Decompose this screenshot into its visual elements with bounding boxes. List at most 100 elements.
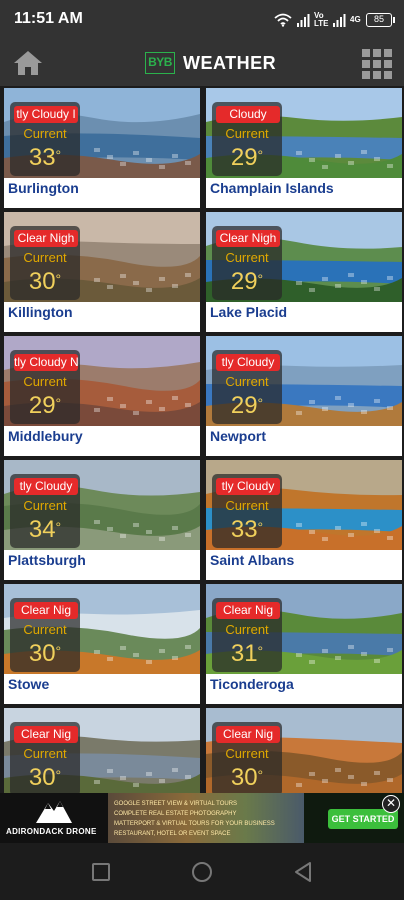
location-card[interactable]: Clear Nig Current 30° Stowe xyxy=(4,584,200,704)
temperature: 30° xyxy=(28,764,62,791)
location-name: Middlebury xyxy=(8,428,83,444)
degree-symbol: ° xyxy=(257,271,264,287)
current-label: Current xyxy=(225,622,269,637)
location-card[interactable]: Cloudy Current 29° Champlain Islands xyxy=(206,88,402,208)
location-photo-wrap: tly Cloudy Current 29° xyxy=(206,336,402,426)
back-icon[interactable] xyxy=(294,861,312,883)
temperature: 29° xyxy=(230,268,264,295)
ad-banner[interactable]: ADIRONDACK DRONE GOOGLE STREET VIEW & VI… xyxy=(0,793,404,843)
current-label: Current xyxy=(225,746,269,761)
current-label: Current xyxy=(225,498,269,513)
weather-overlay: tly Cloudy I Current 33° xyxy=(10,102,80,176)
status-time: 11:51 AM xyxy=(14,10,83,27)
condition-badge: tly Cloudy xyxy=(216,354,280,371)
battery-icon: 85 xyxy=(366,13,395,27)
degree-symbol: ° xyxy=(55,395,62,411)
byb-logo: BYB xyxy=(145,52,175,74)
ad-close-icon[interactable]: ✕ xyxy=(382,795,400,813)
temperature: 30° xyxy=(28,640,62,667)
current-label: Current xyxy=(23,498,67,513)
current-label: Current xyxy=(225,374,269,389)
ad-brand: ADIRONDACK DRONE xyxy=(6,827,97,836)
location-photo-wrap: tly Cloudy N Current 29° xyxy=(4,336,200,426)
signal-icon-2 xyxy=(333,14,346,27)
weather-overlay: Clear Nigh Current 30° xyxy=(10,226,80,300)
wifi-icon xyxy=(274,13,292,27)
condition-badge: Clear Nig xyxy=(216,726,280,743)
location-name: Saint Albans xyxy=(210,552,295,568)
condition-badge: Clear Nig xyxy=(14,726,78,743)
ad-text-lines: GOOGLE STREET VIEW & VIRTUAL TOURS COMPL… xyxy=(114,801,275,837)
degree-symbol: ° xyxy=(257,147,264,163)
location-card[interactable]: Clear Nigh Current 30° Killington xyxy=(4,212,200,332)
location-card[interactable]: tly Cloudy Current 29° Newport xyxy=(206,336,402,456)
location-card[interactable]: Clear Nig Current 31° Ticonderoga xyxy=(206,584,402,704)
location-card[interactable]: tly Cloudy Current 33° Saint Albans xyxy=(206,460,402,580)
location-photo-wrap: tly Cloudy Current 33° xyxy=(206,460,402,550)
degree-symbol: ° xyxy=(55,271,62,287)
location-card[interactable]: tly Cloudy I Current 33° Burlington xyxy=(4,88,200,208)
weather-overlay: Clear Nig Current 30° xyxy=(212,722,282,793)
home-icon[interactable] xyxy=(12,49,44,77)
temperature: 29° xyxy=(230,144,264,171)
temperature: 30° xyxy=(230,764,264,791)
condition-badge: tly Cloudy xyxy=(14,478,78,495)
temperature: 33° xyxy=(28,144,62,171)
ad-brand-panel: ADIRONDACK DRONE xyxy=(0,793,108,843)
location-photo-wrap: Cloudy Current 29° xyxy=(206,88,402,178)
condition-badge: tly Cloudy I xyxy=(14,106,78,123)
condition-badge: tly Cloudy xyxy=(216,478,280,495)
current-label: Current xyxy=(23,126,67,141)
location-photo-wrap: Clear Nig Current 30° xyxy=(4,584,200,674)
home-nav-icon[interactable] xyxy=(192,862,212,882)
location-photo-wrap: tly Cloudy I Current 33° xyxy=(4,88,200,178)
location-card[interactable]: Clear Nig Current 30° xyxy=(206,708,402,793)
degree-symbol: ° xyxy=(257,519,264,535)
mountain-logo-icon xyxy=(36,801,72,823)
app-bar: BYB WEATHER xyxy=(0,40,404,86)
temperature: 31° xyxy=(230,640,264,667)
weather-overlay: tly Cloudy N Current 29° xyxy=(10,350,80,424)
current-label: Current xyxy=(23,622,67,637)
location-card[interactable]: tly Cloudy Current 34° Plattsburgh xyxy=(4,460,200,580)
temperature: 29° xyxy=(28,392,62,419)
location-card[interactable]: Clear Nig Current 30° xyxy=(4,708,200,793)
degree-symbol: ° xyxy=(257,643,264,659)
condition-badge: Clear Nigh xyxy=(14,230,78,247)
location-photo-wrap: Clear Nigh Current 29° xyxy=(206,212,402,302)
weather-overlay: tly Cloudy Current 29° xyxy=(212,350,282,424)
current-label: Current xyxy=(23,374,67,389)
status-icons: Vo LTE 4G 85 xyxy=(274,11,395,29)
condition-badge: Clear Nig xyxy=(14,602,78,619)
grid-menu-icon[interactable] xyxy=(362,49,392,79)
temperature: 34° xyxy=(28,516,62,543)
signal-icon xyxy=(297,14,310,27)
location-name: Newport xyxy=(210,428,266,444)
location-photo-wrap: tly Cloudy Current 34° xyxy=(4,460,200,550)
location-name: Stowe xyxy=(8,676,50,692)
location-photo-wrap: Clear Nig Current 30° xyxy=(206,708,402,793)
degree-symbol: ° xyxy=(257,767,264,783)
temperature: 30° xyxy=(28,268,62,295)
recents-icon[interactable] xyxy=(92,863,110,881)
condition-badge: Clear Nigh xyxy=(216,230,280,247)
current-label: Current xyxy=(225,126,269,141)
location-name: Plattsburgh xyxy=(8,552,86,568)
location-name: Ticonderoga xyxy=(210,676,294,692)
network-type-icon: 4G xyxy=(350,15,361,24)
location-card[interactable]: Clear Nigh Current 29° Lake Placid xyxy=(206,212,402,332)
location-name: Champlain Islands xyxy=(210,180,334,196)
weather-overlay: tly Cloudy Current 34° xyxy=(10,474,80,548)
location-card[interactable]: tly Cloudy N Current 29° Middlebury xyxy=(4,336,200,456)
weather-overlay: tly Cloudy Current 33° xyxy=(212,474,282,548)
degree-symbol: ° xyxy=(55,519,62,535)
system-nav-bar xyxy=(0,843,404,900)
location-grid: tly Cloudy I Current 33° Burlington Cloudy Cu… xyxy=(4,88,402,793)
current-label: Current xyxy=(23,250,67,265)
degree-symbol: ° xyxy=(55,147,62,163)
condition-badge: Cloudy xyxy=(216,106,280,123)
temperature: 29° xyxy=(230,392,264,419)
status-bar: 11:51 AM Vo LTE 4G 85 xyxy=(0,0,404,40)
weather-overlay: Clear Nig Current 30° xyxy=(10,598,80,672)
condition-badge: tly Cloudy N xyxy=(14,354,78,371)
